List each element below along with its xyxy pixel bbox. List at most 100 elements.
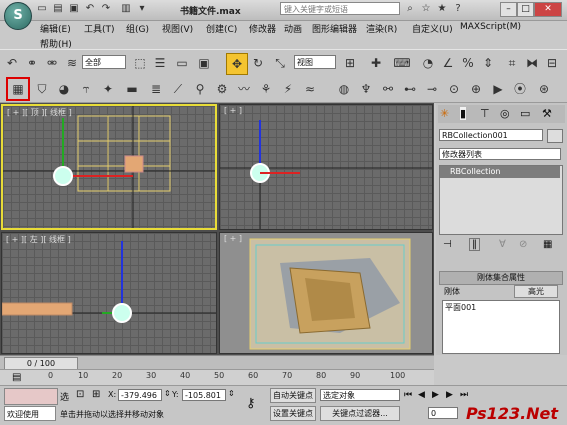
window-crossing-icon[interactable]: ▣ bbox=[194, 53, 214, 73]
spring-icon[interactable]: ≣ bbox=[146, 79, 166, 99]
viewport-front-label[interactable]: [ + ] bbox=[224, 106, 242, 115]
make-unique-icon[interactable]: ∀ bbox=[499, 239, 506, 250]
menu-create[interactable]: 创建(C) bbox=[206, 22, 237, 35]
object-name-field[interactable]: RBCollection001 bbox=[439, 129, 543, 141]
previous-frame-icon[interactable]: ◀ bbox=[418, 390, 425, 400]
deforming-mesh-icon[interactable]: ✦ bbox=[98, 79, 118, 99]
mirror-icon[interactable]: ⧓ bbox=[522, 53, 542, 73]
tab-modify-icon[interactable]: ▮ bbox=[460, 107, 467, 120]
viewport-perspective[interactable]: [ + ] bbox=[219, 232, 433, 354]
named-selection-icon[interactable]: ⌗ bbox=[502, 53, 522, 73]
search-input[interactable]: 键入关键字或短语 bbox=[280, 2, 400, 15]
key-icon[interactable]: ⚷ bbox=[246, 396, 256, 411]
menu-modifiers[interactable]: 修改器 bbox=[249, 22, 276, 35]
favorites-icon[interactable]: ★ bbox=[436, 3, 448, 15]
time-slider[interactable]: 0 / 100 bbox=[0, 355, 434, 370]
motor-icon[interactable]: ⚙ bbox=[212, 79, 232, 99]
configure-sets-icon[interactable]: ▦ bbox=[543, 239, 552, 250]
snap-toggle-icon[interactable]: ◔ bbox=[418, 53, 438, 73]
app-logo-icon[interactable]: S bbox=[4, 2, 32, 30]
play-icon[interactable]: ▶ bbox=[432, 390, 439, 400]
rollout-header[interactable]: 刚体集合属性 bbox=[439, 271, 563, 285]
plane-icon[interactable]: ▬ bbox=[122, 79, 142, 99]
timeline-ruler[interactable]: ▤ 0 10 20 30 40 50 60 70 80 90 100 bbox=[0, 369, 434, 386]
car-wheel-icon[interactable]: ⊙ bbox=[444, 79, 464, 99]
next-frame-icon[interactable]: ▶ bbox=[446, 390, 453, 400]
binoculars-icon[interactable]: ⌕ bbox=[404, 3, 416, 15]
unlink-icon[interactable]: ⚮ bbox=[42, 53, 62, 73]
soft-body-collection-icon[interactable]: ◕ bbox=[54, 79, 74, 99]
quick-access-dropdown-icon[interactable]: ▾ bbox=[136, 3, 148, 15]
redo-icon[interactable]: ↷ bbox=[100, 3, 112, 15]
go-to-start-icon[interactable]: ⏮ bbox=[404, 390, 412, 400]
pivot-center-icon[interactable]: ⊞ bbox=[340, 53, 360, 73]
y-coord-field[interactable]: -105.801 bbox=[182, 389, 226, 401]
x-spinner-icon[interactable]: ⇕ bbox=[164, 389, 171, 398]
current-frame-field[interactable]: 0 bbox=[428, 407, 458, 419]
cloth-collection-icon[interactable]: ⛉ bbox=[32, 79, 52, 99]
x-coord-field[interactable]: -379.496 bbox=[118, 389, 162, 401]
new-file-icon[interactable]: ▭ bbox=[36, 3, 48, 15]
angular-dashpot-icon[interactable]: ⚲ bbox=[190, 79, 210, 99]
auto-key-button[interactable]: 自动关键点 bbox=[270, 388, 316, 403]
menu-tools[interactable]: 工具(T) bbox=[84, 22, 115, 35]
maxscript-listener-mini[interactable] bbox=[4, 388, 58, 405]
set-key-button[interactable]: 设置关键点 bbox=[270, 406, 316, 421]
maximize-button[interactable]: □ bbox=[517, 2, 534, 17]
menu-views[interactable]: 视图(V) bbox=[162, 22, 193, 35]
close-button[interactable]: ✕ bbox=[534, 2, 562, 17]
prismatic-icon[interactable]: ⊸ bbox=[422, 79, 442, 99]
reference-coordinate-dropdown[interactable]: 视图 bbox=[294, 55, 336, 69]
remove-modifier-icon[interactable]: ⊘ bbox=[519, 239, 527, 250]
modifier-list-dropdown[interactable]: 修改器列表 bbox=[439, 148, 561, 160]
undo-toolbar-icon[interactable]: ↶ bbox=[2, 53, 22, 73]
stack-item[interactable]: RBCollection bbox=[440, 166, 560, 178]
help-icon[interactable]: ? bbox=[452, 3, 464, 15]
menu-maxscript[interactable]: MAXScript(M) bbox=[460, 22, 521, 32]
point-to-point-icon[interactable]: ⊷ bbox=[400, 79, 420, 99]
y-spinner-icon[interactable]: ⇕ bbox=[228, 389, 235, 398]
highlight-button[interactable]: 高光 bbox=[514, 285, 558, 298]
tab-utilities-icon[interactable]: ⚒ bbox=[542, 107, 552, 120]
viewport-perspective-label[interactable]: [ + ] bbox=[224, 234, 242, 243]
wind-icon[interactable]: 〰 bbox=[234, 79, 254, 99]
align-icon[interactable]: ⊟ bbox=[542, 53, 562, 73]
minimize-button[interactable]: – bbox=[500, 2, 517, 17]
viewport-top[interactable]: [ + ][ 顶 ][ 线框 ] bbox=[1, 104, 217, 230]
select-and-rotate-icon[interactable]: ↻ bbox=[248, 53, 268, 73]
pin-stack-icon[interactable]: ⊣ bbox=[443, 239, 452, 250]
rope-collection-icon[interactable]: ⥾ bbox=[76, 79, 96, 99]
select-and-scale-icon[interactable]: ⤡ bbox=[270, 53, 290, 73]
selection-filter-dropdown[interactable]: 全部 bbox=[82, 55, 126, 69]
rect-selection-icon[interactable]: ▭ bbox=[172, 53, 192, 73]
keyboard-shortcut-icon[interactable]: ⌨ bbox=[392, 53, 412, 73]
communication-icon[interactable]: ☆ bbox=[420, 3, 432, 15]
angle-snap-icon[interactable]: ∠ bbox=[438, 53, 458, 73]
bind-space-warp-icon[interactable]: ≋ bbox=[62, 53, 82, 73]
viewport-left-label[interactable]: [ + ][ 左 ][ 线框 ] bbox=[6, 234, 71, 245]
analyze-world-icon[interactable]: ⊛ bbox=[534, 79, 554, 99]
water-icon[interactable]: ≈ bbox=[300, 79, 320, 99]
menu-group[interactable]: 组(G) bbox=[126, 22, 149, 35]
go-to-end-icon[interactable]: ⏭ bbox=[460, 390, 468, 400]
tab-create-icon[interactable]: ✳ bbox=[440, 107, 449, 120]
selection-lock-icon[interactable]: ⊡ bbox=[76, 389, 84, 400]
linear-dashpot-icon[interactable]: ⟋ bbox=[168, 79, 188, 99]
menu-customize[interactable]: 自定义(U) bbox=[412, 22, 453, 35]
create-animation-icon[interactable]: ⦿ bbox=[510, 79, 530, 99]
fracture-icon[interactable]: ⚡ bbox=[278, 79, 298, 99]
menu-edit[interactable]: 编辑(E) bbox=[40, 22, 71, 35]
mini-curve-editor-icon[interactable]: ▤ bbox=[12, 372, 21, 383]
open-file-icon[interactable]: ▤ bbox=[52, 3, 64, 15]
rigid-body-collection-icon[interactable]: ▦ bbox=[6, 77, 30, 101]
menu-graph-editors[interactable]: 图形编辑器 bbox=[312, 22, 357, 35]
show-end-result-icon[interactable]: ‖ bbox=[469, 238, 480, 251]
undo-icon[interactable]: ↶ bbox=[84, 3, 96, 15]
hinge-icon[interactable]: ⚯ bbox=[378, 79, 398, 99]
select-object-icon[interactable]: ⬚ bbox=[130, 53, 150, 73]
spinner-snap-icon[interactable]: ⇕ bbox=[478, 53, 498, 73]
tab-hierarchy-icon[interactable]: ⊤ bbox=[480, 107, 490, 120]
toy-car-icon[interactable]: ⚘ bbox=[256, 79, 276, 99]
viewport-left[interactable]: [ + ][ 左 ][ 线框 ] bbox=[1, 232, 217, 354]
tab-display-icon[interactable]: ▭ bbox=[520, 107, 530, 120]
